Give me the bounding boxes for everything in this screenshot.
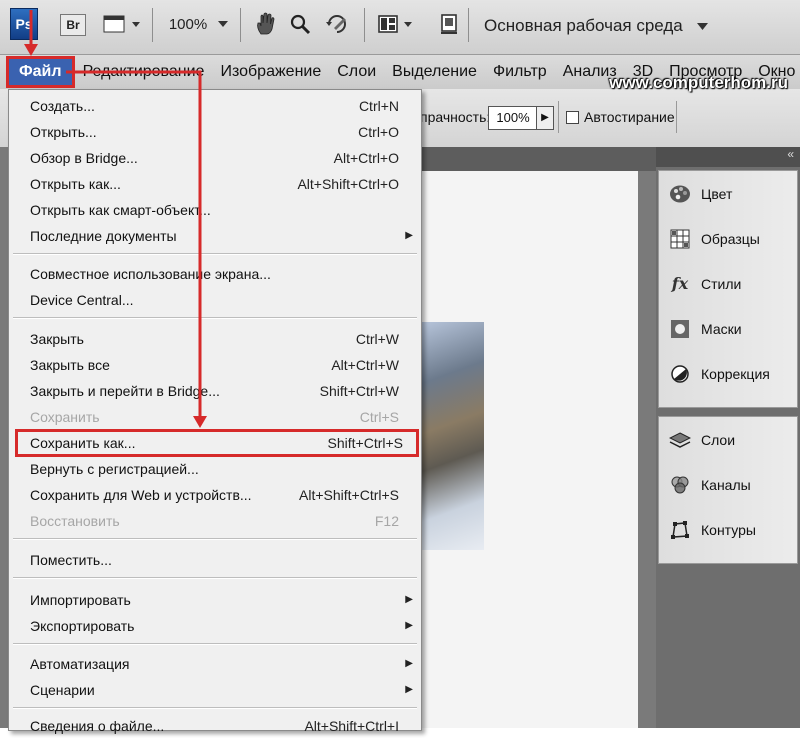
menu-select[interactable]: Выделение (384, 63, 485, 81)
auto-erase-checkbox[interactable]: Автостирание (566, 109, 675, 125)
submenu-arrow-icon: ▶ (405, 658, 413, 669)
menu-item-revert: Восстановить F12 (30, 513, 399, 529)
panel-label: Образцы (701, 230, 760, 247)
panel-label: Слои (701, 431, 736, 448)
panel-group-color: Цвет Образцы fx Стили Маски Коррекция (658, 170, 798, 408)
view-extras-button[interactable] (100, 11, 144, 37)
menu-file[interactable]: Файл (6, 56, 75, 88)
arrange-documents-icon (378, 15, 412, 33)
menu-item-revert-with-checkin[interactable]: Вернуть с регистрацией... (9, 457, 421, 481)
watermark: www.computerhom.ru (609, 73, 788, 92)
collapse-panels-icon[interactable]: « (787, 147, 800, 161)
menu-item-share-screen[interactable]: Совместное использование экрана... (9, 262, 421, 286)
menu-item-save-as[interactable]: Сохранить как... Shift+Ctrl+S (15, 429, 419, 457)
panel-item-styles[interactable]: fx Стили (659, 261, 797, 306)
opacity-slider-button[interactable]: ▶ (536, 106, 554, 130)
menu-item-automate[interactable]: Автоматизация ▶ (9, 652, 421, 676)
auto-erase-label: Автостирание (584, 109, 675, 125)
hand-tool-icon[interactable] (252, 11, 280, 37)
panel-group-layers: Слои Каналы Контуры (658, 416, 798, 564)
zoom-dropdown-icon[interactable] (216, 11, 230, 37)
menu-separator (13, 643, 417, 645)
panel-item-layers[interactable]: Слои (659, 417, 797, 462)
arrange-documents-button[interactable] (374, 11, 418, 37)
panel-label: Каналы (701, 476, 751, 493)
submenu-arrow-icon: ▶ (405, 230, 413, 241)
panel-item-adjustments[interactable]: Коррекция (659, 351, 797, 396)
submenu-arrow-icon: ▶ (405, 620, 413, 631)
menu-item-open-as[interactable]: Открыть как... Alt+Shift+Ctrl+O (9, 172, 421, 196)
application-bar: Ps Br 100% Основная рабочая среда (0, 0, 800, 55)
menu-item-close-and-go-to-bridge[interactable]: Закрыть и перейти в Bridge... Shift+Ctrl+… (9, 379, 421, 403)
menu-layers[interactable]: Слои (329, 63, 384, 81)
paths-icon (669, 519, 691, 541)
checkbox-box[interactable] (566, 110, 579, 124)
menu-item-save: Сохранить Ctrl+S (30, 409, 399, 425)
workspace-name: Основная рабочая среда (484, 16, 683, 35)
opacity-input[interactable]: 100% (488, 106, 538, 130)
menu-item-open-as-smart-object[interactable]: Открыть как смарт-объект... (9, 198, 421, 222)
menu-filter[interactable]: Фильтр (485, 63, 555, 81)
canvas-image (418, 322, 484, 550)
panel-item-masks[interactable]: Маски (659, 306, 797, 351)
bridge-button[interactable]: Br (60, 14, 86, 36)
panel-item-swatches[interactable]: Образцы (659, 216, 797, 261)
opacity-label: прачность: (420, 109, 491, 125)
swatches-grid-icon (669, 228, 691, 250)
panel-collapse-bar[interactable]: « (656, 147, 800, 167)
submenu-arrow-icon: ▶ (405, 594, 413, 605)
menu-separator (13, 538, 417, 540)
masks-icon (669, 318, 691, 340)
menu-item-recent-documents[interactable]: Последние документы ▶ (9, 224, 421, 248)
chevron-down-icon (696, 22, 708, 30)
menu-item-save-for-web[interactable]: Сохранить для Web и устройств... Alt+Shif… (9, 483, 421, 507)
menu-item-close[interactable]: Закрыть Ctrl+W (9, 327, 421, 351)
panel-label: Коррекция (701, 365, 770, 382)
workspace-switcher[interactable]: Основная рабочая среда (470, 8, 788, 44)
color-palette-icon (669, 183, 691, 205)
menu-separator (13, 577, 417, 579)
layers-icon (669, 429, 691, 451)
menu-item-device-central[interactable]: Device Central... (9, 288, 421, 312)
menu-separator (13, 317, 417, 319)
menu-item-import[interactable]: Импортировать ▶ (9, 588, 421, 612)
panel-label: Контуры (701, 521, 756, 538)
zoom-level-select[interactable]: 100% (160, 11, 216, 37)
panel-item-channels[interactable]: Каналы (659, 462, 797, 507)
panel-item-color[interactable]: Цвет (659, 171, 797, 216)
view-extras-icon (103, 15, 140, 33)
menu-item-browse-in-bridge[interactable]: Обзор в Bridge... Alt+Ctrl+O (9, 146, 421, 170)
screen-mode-icon[interactable] (436, 11, 462, 37)
file-menu-dropdown: Создать... Ctrl+N Открыть... Ctrl+O Обзор … (8, 89, 422, 734)
menu-item-close-all[interactable]: Закрыть все Alt+Ctrl+W (9, 353, 421, 377)
rotate-view-icon[interactable] (322, 11, 352, 37)
menu-edit[interactable]: Редактирование (75, 63, 213, 81)
panel-label: Цвет (701, 185, 733, 202)
zoom-tool-icon[interactable] (286, 11, 314, 37)
menu-item-file-info[interactable]: Сведения о файле... Alt+Shift+Ctrl+I (9, 714, 421, 738)
channels-icon (669, 474, 691, 496)
adjustments-icon (669, 363, 691, 385)
menu-separator (13, 707, 417, 709)
panel-label: Стили (701, 275, 742, 292)
document-tab-bar (410, 147, 656, 171)
panel-item-paths[interactable]: Контуры (659, 507, 797, 552)
styles-fx-icon: fx (671, 274, 689, 293)
menu-separator (13, 253, 417, 255)
menu-image[interactable]: Изображение (212, 63, 329, 81)
menu-item-scripts[interactable]: Сценарии ▶ (9, 678, 421, 702)
menu-item-new[interactable]: Создать... Ctrl+N (9, 94, 421, 118)
menu-item-place[interactable]: Поместить... (9, 548, 421, 572)
menu-item-export[interactable]: Экспортировать ▶ (9, 614, 421, 638)
photoshop-logo: Ps (10, 8, 38, 40)
submenu-arrow-icon: ▶ (405, 684, 413, 695)
menu-item-open[interactable]: Открыть... Ctrl+O (9, 120, 421, 144)
panel-label: Маски (701, 320, 742, 337)
